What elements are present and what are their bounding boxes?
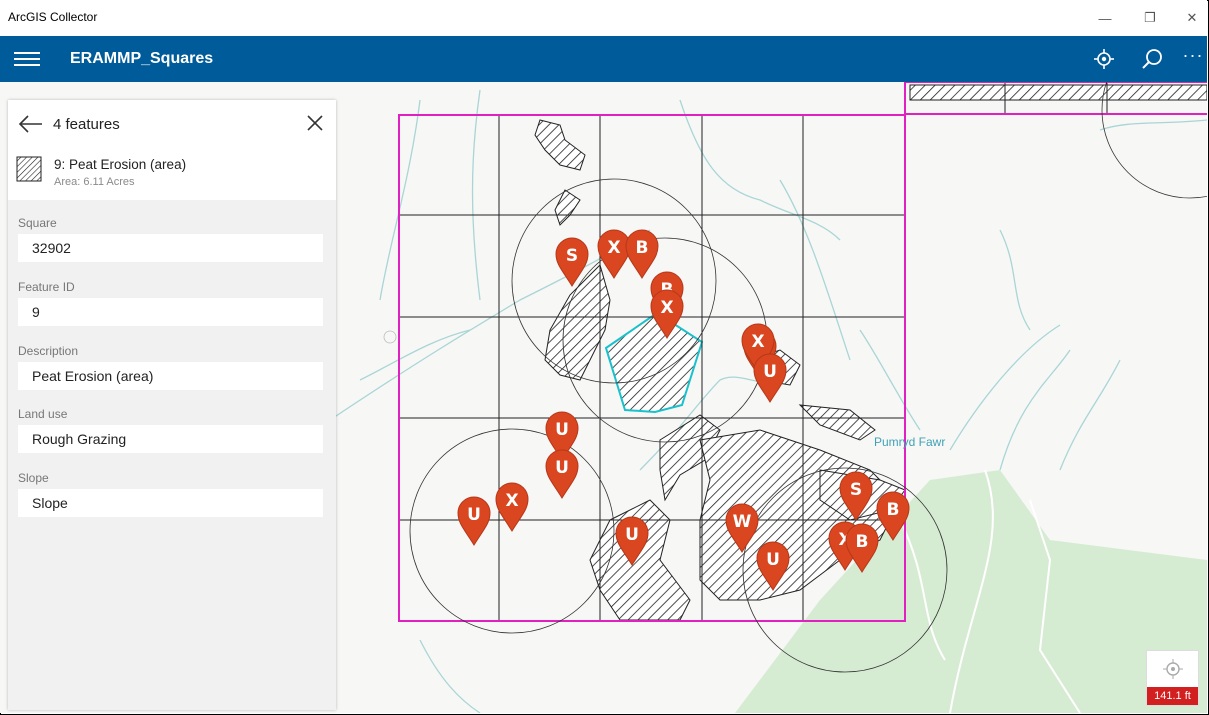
search-icon[interactable] [1136, 44, 1168, 74]
feature-id-value: 9 [18, 298, 323, 326]
map-marker-u[interactable]: U [545, 449, 579, 499]
scale-readout: 141.1 ft [1147, 687, 1198, 705]
close-icon[interactable] [304, 112, 326, 134]
marker-letter: U [555, 458, 569, 478]
feature-list-item[interactable]: 9: Peat Erosion (area) Area: 6.11 Acres [14, 154, 324, 194]
map-marker-b[interactable]: B [625, 229, 659, 279]
place-name-label: Pumryd Fawr [874, 435, 945, 449]
hatched-polygon-icon [16, 156, 42, 182]
feature-panel: 4 features 9: Peat Erosion (area) Area: … [8, 100, 336, 710]
window-title: ArcGIS Collector [8, 10, 98, 24]
feature-title: 9: Peat Erosion (area) [54, 157, 187, 172]
map-marker-x[interactable]: X [597, 229, 631, 279]
square-label: Square [18, 216, 57, 230]
marker-letter: X [660, 298, 673, 318]
marker-letter: B [636, 238, 649, 258]
square-value: 32902 [18, 234, 323, 262]
land-use-label: Land use [18, 407, 68, 421]
window-titlebar: ArcGIS Collector — ❐ ✕ [0, 0, 1207, 36]
marker-letter: W [733, 512, 752, 532]
marker-letter: U [467, 505, 481, 525]
description-value: Peat Erosion (area) [18, 362, 323, 390]
gps-location-icon[interactable] [1088, 44, 1120, 74]
map-title: ERAMMP_Squares [70, 50, 214, 67]
more-options-icon[interactable]: ··· [1177, 40, 1209, 70]
marker-letter: B [887, 500, 900, 520]
map-marker-x[interactable]: X [495, 482, 529, 532]
map-marker-u[interactable]: U [457, 496, 491, 546]
app-header: ERAMMP_Squares ··· [0, 36, 1207, 82]
marker-letter: U [763, 362, 777, 382]
slope-value: Slope [18, 489, 323, 517]
marker-letter: B [856, 532, 869, 552]
slope-label: Slope [18, 471, 49, 485]
marker-letter: U [766, 550, 780, 570]
feature-count: 4 features [53, 116, 120, 133]
feature-area: Area: 6.11 Acres [54, 176, 135, 188]
back-arrow-icon[interactable] [18, 114, 44, 134]
locate-icon[interactable] [1161, 657, 1185, 681]
close-window-button[interactable]: ✕ [1170, 4, 1209, 32]
marker-letter: U [625, 525, 639, 545]
feature-id-label: Feature ID [18, 280, 75, 294]
scale-widget: 141.1 ft [1146, 650, 1199, 706]
map-marker-u[interactable]: U [753, 353, 787, 403]
marker-letter: X [607, 238, 620, 258]
marker-letter: S [850, 480, 862, 500]
marker-letter: U [555, 420, 569, 440]
marker-letter: X [751, 332, 764, 352]
land-use-value: Rough Grazing [18, 425, 323, 453]
marker-letter: X [505, 491, 518, 511]
hamburger-menu-icon[interactable] [14, 48, 40, 70]
panel-header: 4 features 9: Peat Erosion (area) Area: … [8, 100, 336, 200]
marker-letter: S [566, 246, 578, 266]
minimize-button[interactable]: — [1083, 4, 1127, 32]
restore-button[interactable]: ❐ [1128, 4, 1172, 32]
description-label: Description [18, 344, 79, 358]
